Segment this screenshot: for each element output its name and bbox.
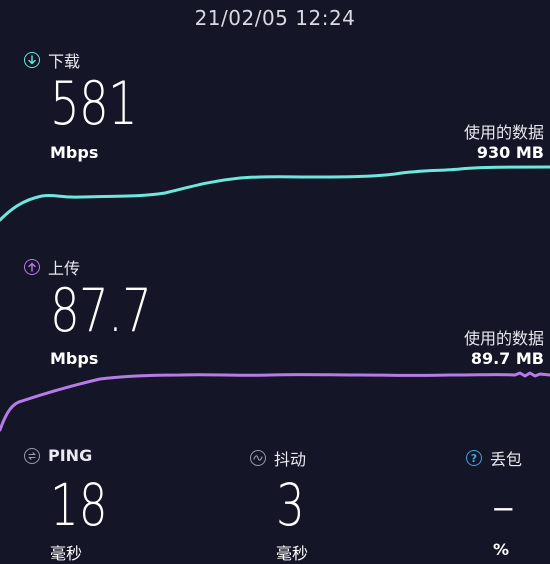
ping-unit: 毫秒 — [50, 544, 83, 563]
jitter-value: 3 — [276, 471, 305, 539]
loss-header[interactable]: ? 丢包 — [466, 446, 522, 470]
download-arrow-icon — [24, 52, 40, 68]
download-speed-value: 581 — [50, 69, 138, 139]
upload-speed-graph — [0, 371, 550, 432]
download-data-used-label: 使用的数据 — [463, 123, 544, 142]
loss-value: – — [492, 471, 515, 539]
jitter-wave-icon — [250, 450, 266, 466]
download-speed-graph — [0, 165, 550, 222]
jitter-header: 抖动 — [250, 446, 306, 470]
test-datetime: 21/02/05 12:24 — [194, 6, 356, 30]
loss-unit: % — [493, 540, 510, 559]
loss-label: 丢包 — [490, 450, 523, 469]
upload-arrow-icon — [24, 259, 40, 275]
ping-value: 18 — [50, 471, 108, 539]
help-question-icon[interactable]: ? — [466, 450, 482, 466]
upload-speed-value: 87.7 — [50, 276, 152, 346]
ping-exchange-icon — [24, 447, 40, 464]
upload-data-used-label: 使用的数据 — [463, 329, 544, 348]
download-graph-line — [0, 165, 550, 222]
ping-header: PING — [24, 446, 92, 465]
jitter-unit: 毫秒 — [276, 544, 309, 563]
jitter-label: 抖动 — [274, 450, 307, 469]
ping-label: PING — [48, 446, 93, 465]
upload-graph-line — [0, 371, 550, 432]
